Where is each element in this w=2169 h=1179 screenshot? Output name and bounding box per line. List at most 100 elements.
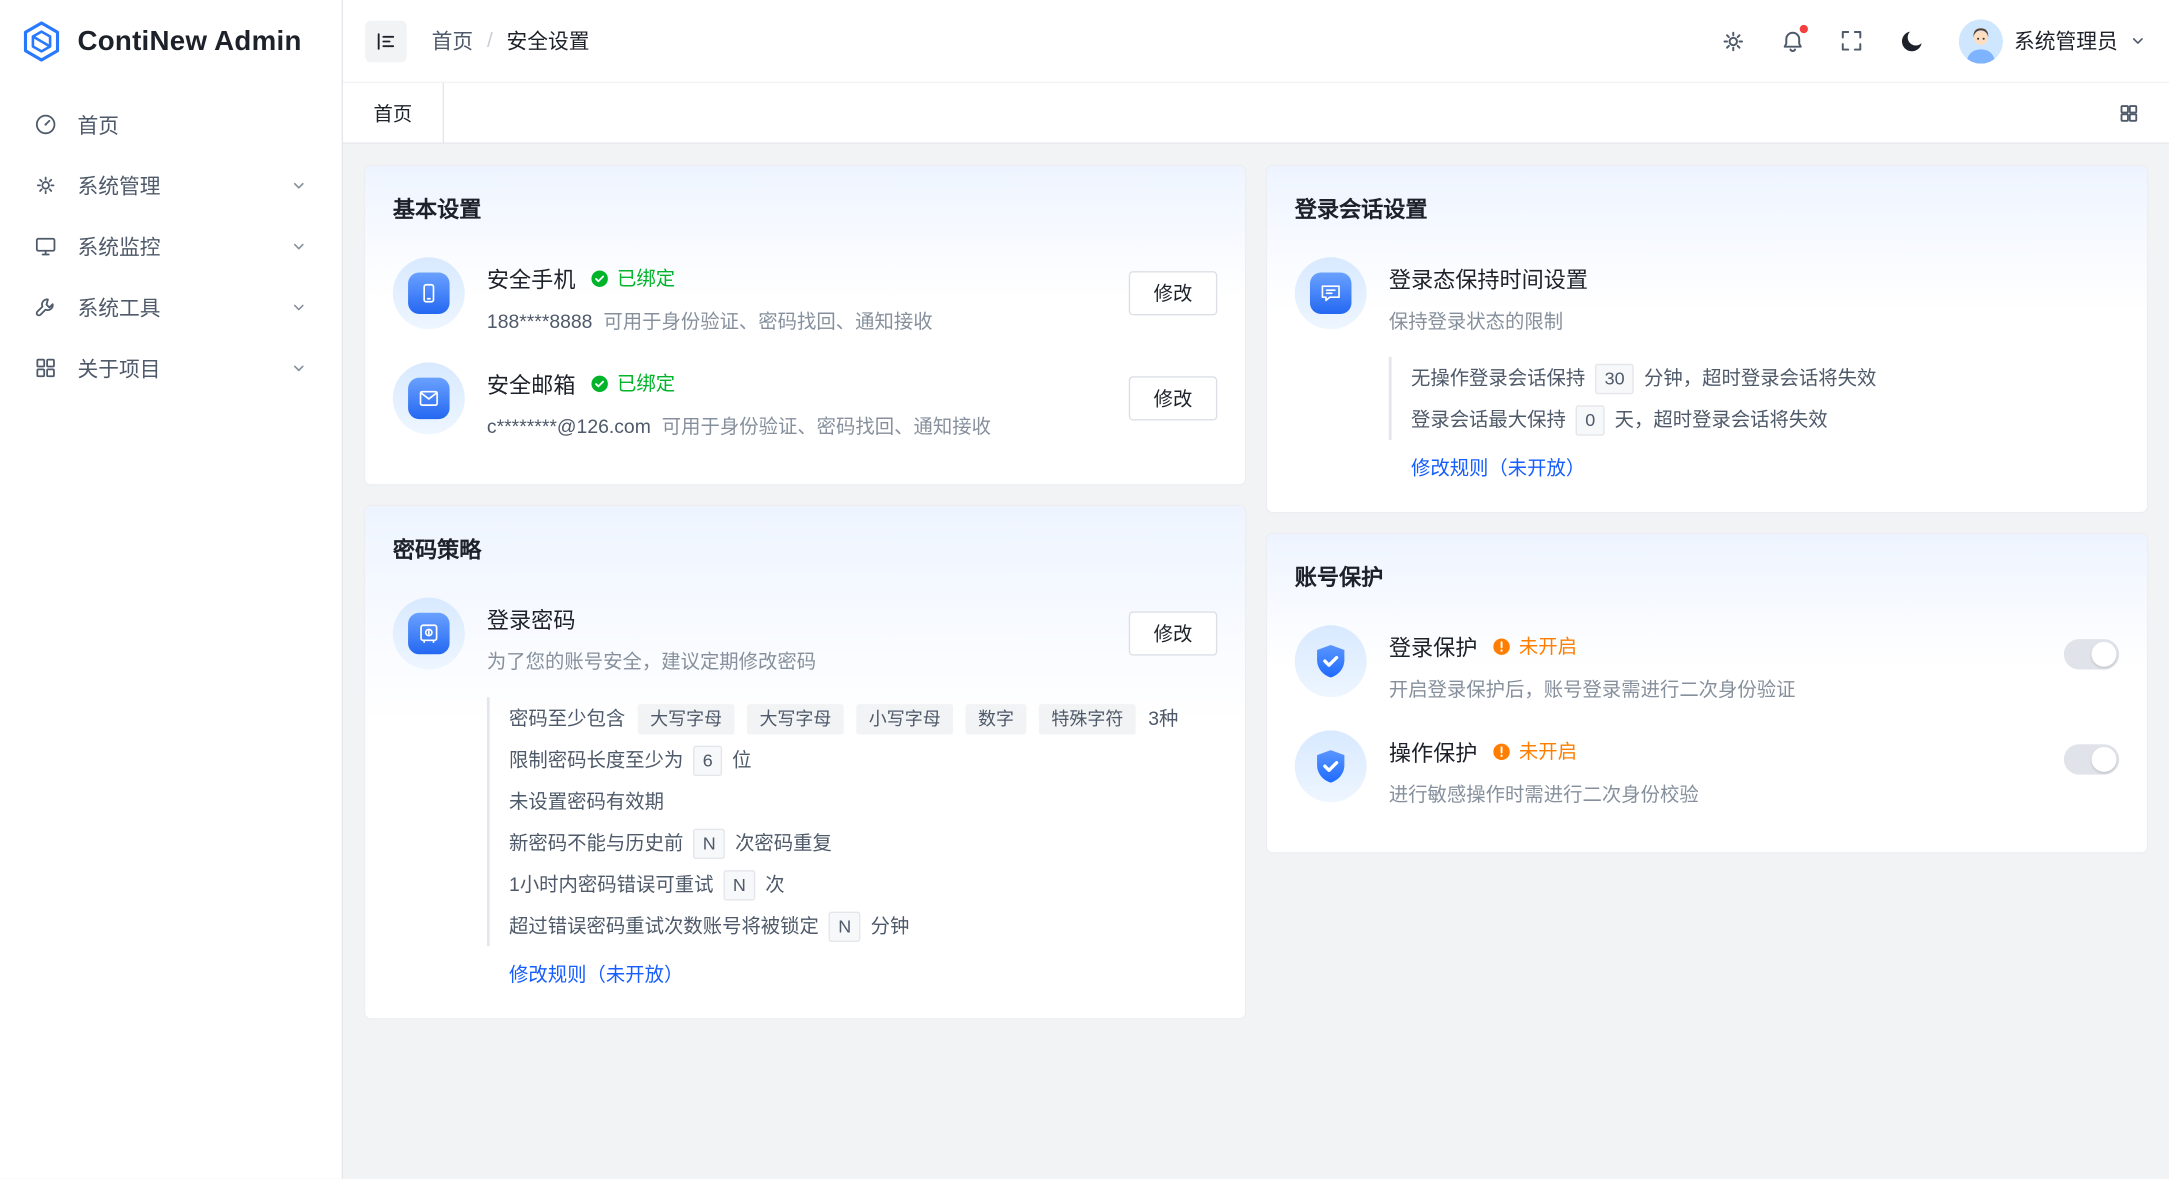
rule-text: 1小时内密码错误可重试: [509, 873, 713, 895]
modify-password-button[interactable]: 修改: [1129, 611, 1218, 655]
sidebar-item-label: 系统管理: [77, 171, 160, 200]
char-type-tag: 大写字母: [638, 704, 735, 734]
item-name: 登录保护: [1389, 629, 1478, 662]
shield-check-icon: [1295, 625, 1367, 697]
app-logo-icon: [19, 19, 63, 63]
settings-button[interactable]: [1710, 17, 1757, 64]
fullscreen-button[interactable]: [1829, 17, 1876, 64]
item-desc: 保持登录状态的限制: [1389, 307, 2119, 335]
notifications-button[interactable]: [1769, 17, 1816, 64]
exclamation-circle-icon: [1491, 741, 1512, 762]
status-badge: 未开启: [1491, 737, 1577, 765]
char-type-tag: 数字: [966, 704, 1027, 734]
item-name: 登录密码: [487, 602, 576, 635]
card-password-policy: 密码策略 登录密码 为了您的账号安全，建议定期修改密码: [365, 506, 1245, 1018]
grid-icon: [2118, 102, 2140, 124]
tab-home[interactable]: 首页: [343, 83, 444, 142]
modify-email-button[interactable]: 修改: [1129, 376, 1218, 420]
rule-text: 次密码重复: [735, 831, 832, 853]
operation-protection-info: 操作保护 未开启 进行敏感操作时需进行二次身份校验: [1389, 730, 2042, 807]
mail-icon: [393, 362, 465, 434]
rule-history-repeat: 新密码不能与历史前N次密码重复: [509, 822, 1217, 863]
check-circle-icon: [589, 268, 610, 289]
sidebar-item-label: 系统工具: [77, 293, 160, 322]
rule-text: 密码至少包含: [509, 707, 625, 729]
breadcrumb-home[interactable]: 首页: [432, 26, 474, 55]
password-rules: 密码至少包含大写字母大写字母小写字母数字特殊字符3种 限制密码长度至少为6位 未…: [487, 697, 1217, 946]
item-desc: 188****8888 可用于身份验证、密码找回、通知接收: [487, 307, 1107, 335]
header-right: 系统管理员: [1710, 17, 2147, 64]
card-title: 账号保护: [1295, 559, 2119, 592]
sidebar-item-system-monitor[interactable]: 系统监控: [14, 216, 328, 277]
item-desc: 进行敏感操作时需进行二次身份校验: [1389, 780, 2042, 808]
check-circle-icon: [589, 373, 610, 394]
content-right-column: 登录会话设置 登录态保持时间设置 保持登录状态的限制: [1267, 166, 2147, 852]
item-desc: 为了您的账号安全，建议定期修改密码: [487, 647, 1107, 675]
gear-icon: [33, 173, 58, 198]
login-protection-info: 登录保护 未开启 开启登录保护后，账号登录需进行二次身份验证: [1389, 625, 2042, 702]
operation-protection-toggle[interactable]: [2064, 744, 2119, 774]
masked-email-value: c********@126.com: [487, 415, 651, 437]
security-email-row: 安全邮箱 已绑定 c********@126.com: [393, 349, 1217, 454]
chevron-down-icon: [289, 297, 308, 316]
card-title: 基本设置: [393, 191, 1217, 224]
rule-min-length: 限制密码长度至少为6位: [509, 739, 1217, 780]
rule-text: 超过错误密码重试次数账号将被锁定: [509, 914, 819, 936]
app-logo[interactable]: ContiNew Admin: [0, 0, 342, 83]
item-name: 安全手机: [487, 261, 576, 294]
chevron-down-icon: [289, 176, 308, 195]
session-modify-rule-link[interactable]: 修改规则（未开放）: [1411, 454, 1585, 482]
phone-icon: [393, 257, 465, 329]
tab-label: 首页: [373, 99, 412, 127]
rule-text: 分钟: [871, 914, 910, 936]
header: 首页 / 安全设置: [343, 0, 2169, 83]
rule-retry-limit: 1小时内密码错误可重试N次: [509, 863, 1217, 904]
rule-idle-timeout: 无操作登录会话保持30分钟，超时登录会话将失效: [1411, 357, 2119, 398]
sidebar: ContiNew Admin 首页 系统管理: [0, 0, 343, 1179]
login-protection-toggle[interactable]: [2064, 639, 2119, 669]
char-type-tag: 特殊字符: [1039, 704, 1136, 734]
item-name: 登录态保持时间设置: [1389, 261, 1588, 294]
status-text: 已绑定: [617, 264, 675, 292]
chevron-down-icon: [2129, 32, 2147, 50]
sidebar-item-system-management[interactable]: 系统管理: [14, 155, 328, 216]
rule-text: 天，超时登录会话将失效: [1615, 408, 1828, 430]
sidebar-item-home[interactable]: 首页: [14, 94, 328, 155]
sidebar-item-system-tools[interactable]: 系统工具: [14, 277, 328, 338]
masked-phone-value: 188****8888: [487, 310, 593, 332]
char-type-tag: 小写字母: [856, 704, 953, 734]
password-modify-rule-link[interactable]: 修改规则（未开放）: [509, 960, 683, 988]
sidebar-collapse-button[interactable]: [365, 20, 406, 61]
theme-toggle-button[interactable]: [1888, 17, 1935, 64]
moon-icon: [1898, 27, 1926, 55]
retry-count-value: N: [723, 870, 755, 900]
monitor-icon: [33, 234, 58, 259]
safe-icon: [393, 598, 465, 670]
fullscreen-icon: [1839, 28, 1865, 54]
toggle-knob: [2092, 642, 2117, 667]
breadcrumb: 首页 / 安全设置: [432, 26, 590, 55]
rule-text: 位: [732, 748, 751, 770]
status-badge: 未开启: [1491, 632, 1577, 660]
chat-icon: [1295, 257, 1367, 329]
notification-dot: [1798, 23, 1809, 34]
status-text: 未开启: [1519, 632, 1577, 660]
grid-icon: [33, 356, 58, 381]
rule-max-duration: 登录会话最大保持0天，超时登录会话将失效: [1411, 398, 2119, 439]
sidebar-item-about-project[interactable]: 关于项目: [14, 338, 328, 399]
modify-phone-button[interactable]: 修改: [1129, 271, 1218, 315]
sidebar-item-label: 首页: [77, 110, 119, 139]
rule-text: 未设置密码有效期: [509, 790, 664, 812]
content-left-column: 基本设置 安全手机: [365, 166, 1245, 1018]
breadcrumb-current: 安全设置: [507, 26, 590, 55]
card-title: 密码策略: [393, 531, 1217, 564]
gear-icon: [1719, 27, 1747, 55]
chevron-down-icon: [289, 358, 308, 377]
app-title: ContiNew Admin: [77, 26, 301, 58]
user-menu[interactable]: 系统管理员: [1959, 19, 2147, 63]
min-length-value: 6: [693, 746, 722, 776]
tab-list-button[interactable]: [2108, 92, 2149, 133]
user-name: 系统管理员: [2014, 26, 2118, 55]
card-session-settings: 登录会话设置 登录态保持时间设置 保持登录状态的限制: [1267, 166, 2147, 512]
rule-text: 分钟，超时登录会话将失效: [1644, 367, 1876, 389]
